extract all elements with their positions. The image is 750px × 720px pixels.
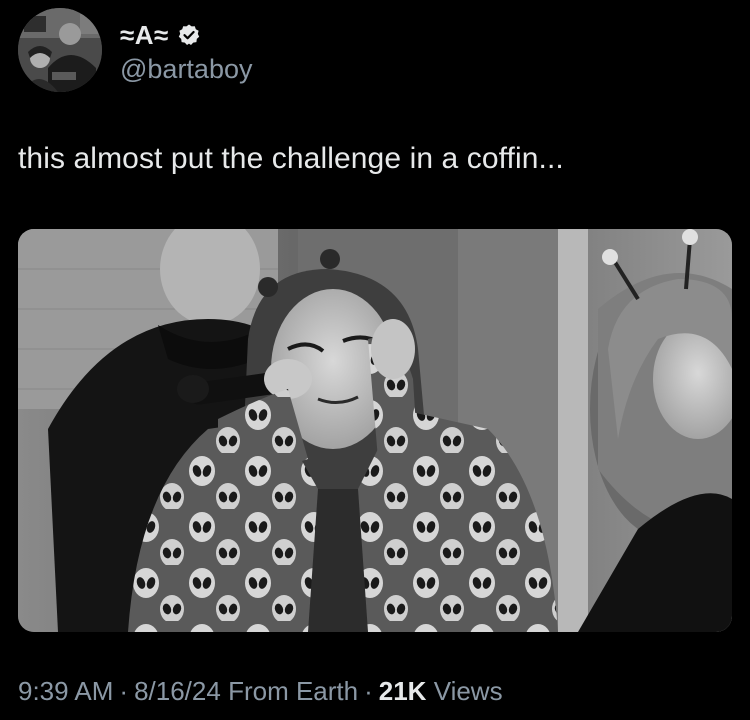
tweet-date[interactable]: 8/16/24: [134, 676, 221, 706]
views-label[interactable]: Views: [434, 676, 503, 706]
tweet-text: this almost put the challenge in a coffi…: [18, 142, 564, 175]
verified-badge-icon: [177, 23, 201, 47]
author-handle[interactable]: @bartaboy: [120, 54, 252, 85]
tweet: ≈A≈ @bartaboy this almost put the challe…: [0, 0, 750, 720]
display-name[interactable]: ≈A≈: [120, 20, 169, 51]
tweet-time[interactable]: 9:39 AM: [18, 676, 113, 706]
display-name-row[interactable]: ≈A≈: [120, 20, 201, 50]
views-count[interactable]: 21K: [379, 676, 427, 706]
meta-separator: ·: [364, 676, 373, 706]
tweet-media-image[interactable]: [18, 229, 732, 632]
performance-photo: [18, 229, 732, 632]
tweet-meta: 9:39 AM · 8/16/24 From Earth · 21K Views: [18, 676, 503, 707]
avatar-image: [18, 8, 102, 92]
meta-separator: ·: [119, 676, 129, 706]
avatar[interactable]: [18, 8, 102, 92]
tweet-location: From Earth: [228, 676, 359, 706]
